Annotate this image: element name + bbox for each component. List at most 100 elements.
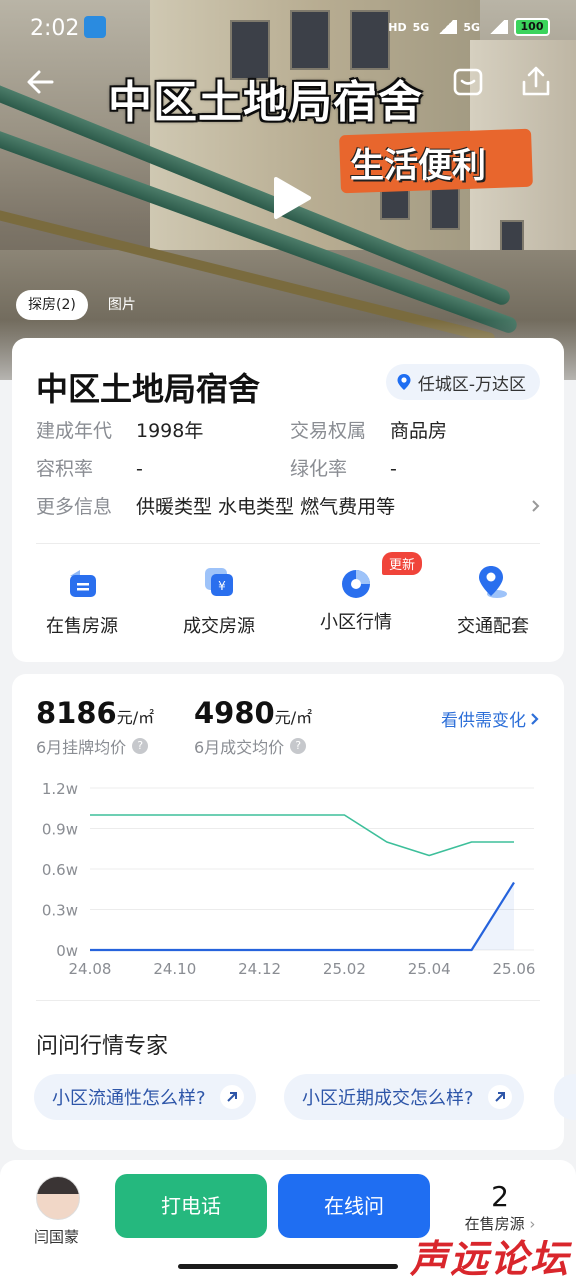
signal-icon (435, 20, 458, 34)
online-ask-button[interactable]: 在线问 (278, 1174, 430, 1238)
x-tick-label: 24.10 (153, 960, 196, 978)
supply-demand-link[interactable]: 看供需变化 (441, 706, 540, 731)
hero-video[interactable]: 中区土地局宿舍 生活便利 (0, 0, 576, 380)
listing-price-line (90, 814, 514, 857)
ownership-label: 交易权属 (290, 420, 367, 442)
question-chip-text: 小区近期成交怎么样? (302, 1088, 474, 1109)
location-text: 任城区-万达区 (417, 374, 526, 395)
quick-link-label: 小区行情 (320, 612, 392, 633)
hero-title: 中区土地局宿舍 (108, 77, 423, 128)
hero-subtitle: 生活便利 (350, 146, 486, 186)
status-bar: 2:02 HD 5G 5G 100 (0, 0, 576, 56)
green-rate-value: - (390, 458, 397, 480)
location-badge[interactable]: 任城区-万达区 (385, 364, 540, 400)
on-sale-number: 2 (491, 1180, 509, 1213)
built-year-value: 1998年 (136, 420, 204, 442)
ownership-value: 商品房 (390, 420, 448, 442)
home-indicator (178, 1264, 398, 1269)
deal-price-line (90, 881, 515, 952)
quick-link-label: 交通配套 (457, 616, 529, 637)
deal-price-block: 4980元/㎡ 6月成交均价? (194, 696, 312, 758)
y-tick-label: 1.2w (42, 780, 78, 798)
help-icon[interactable]: ? (132, 738, 149, 754)
message-icon[interactable] (450, 64, 486, 100)
supply-demand-label: 看供需变化 (441, 711, 526, 731)
chevron-right-icon[interactable] (530, 500, 542, 512)
play-icon[interactable] (272, 176, 312, 220)
share-icon[interactable] (518, 64, 554, 100)
more-info-row[interactable]: 更多信息 供暖类型 水电类型 燃气费用等 (36, 494, 395, 520)
deal-icon: ¥ (205, 568, 233, 596)
community-info-card: 中区土地局宿舍 任城区-万达区 建成年代 1998年 交易权属 商品房 容积率 - 绿… (12, 338, 564, 662)
ownership-row: 交易权属 商品房 (290, 418, 447, 444)
new-badge: 更新 (382, 552, 423, 575)
listing-price-block: 8186元/㎡ 6月挂牌均价? (36, 696, 154, 758)
x-tick-label: 25.06 (493, 960, 536, 978)
question-chip-text: 小区流通性怎么样? (52, 1088, 206, 1109)
plot-ratio-label: 容积率 (36, 458, 94, 480)
deal-price-unit: 元/㎡ (274, 708, 313, 727)
question-chip[interactable]: 小区流通性怎么样? (34, 1074, 256, 1120)
market-icon (342, 570, 370, 598)
status-time: 2:02 (30, 16, 80, 41)
battery-icon: 100 (514, 18, 550, 36)
quick-link-deals[interactable]: ¥ 成交房源 (159, 564, 279, 638)
quick-link-label: 成交房源 (183, 616, 255, 637)
question-chip-partial[interactable] (554, 1074, 576, 1120)
green-rate-row: 绿化率 - (290, 456, 397, 482)
deal-price-value: 4980 (194, 696, 275, 730)
network-label-2: 5G (463, 20, 480, 34)
price-trend-card: 8186元/㎡ 6月挂牌均价? 4980元/㎡ 6月成交均价? 看供需变化 1.… (12, 674, 576, 1150)
tab-photos[interactable]: 图片 (96, 290, 148, 320)
hd-label: HD (388, 20, 407, 34)
quick-link-on-sale[interactable]: 在售房源 (22, 564, 142, 638)
app-notification-icon (84, 16, 106, 38)
plot-ratio-row: 容积率 - (36, 456, 143, 482)
status-right: HD 5G 5G 100 (388, 18, 550, 36)
chevron-right-icon (531, 712, 539, 725)
plot-ratio-value: - (136, 458, 143, 480)
agent-avatar[interactable] (36, 1176, 80, 1220)
back-arrow-icon[interactable] (22, 64, 58, 100)
arrow-up-right-icon (487, 1085, 512, 1109)
arrow-up-right-icon (219, 1085, 244, 1109)
quick-link-market[interactable]: 更新 小区行情 (296, 552, 423, 634)
built-year-label: 建成年代 (36, 420, 113, 442)
y-tick-label: 0.3w (42, 902, 78, 920)
divider (36, 1000, 540, 1001)
deal-price-caption: 6月成交均价 (194, 738, 285, 757)
market-icon-wrap: 更新 (338, 552, 423, 600)
x-tick-label: 25.02 (323, 960, 366, 978)
watermark-logo: 声远论坛 (409, 1237, 570, 1280)
help-icon[interactable]: ? (290, 738, 307, 754)
on-sale-count[interactable]: 2 在售房源 › (460, 1180, 540, 1234)
signal-icon (486, 20, 508, 34)
more-info-label: 更多信息 (36, 496, 113, 518)
listing-price-caption: 6月挂牌均价 (36, 738, 127, 757)
y-tick-label: 0w (56, 942, 78, 960)
built-year-row: 建成年代 1998年 (36, 418, 203, 444)
community-name: 中区土地局宿舍 (36, 370, 261, 408)
green-rate-label: 绿化率 (290, 458, 348, 480)
expert-section-title: 问问行情专家 (36, 1034, 169, 1059)
media-tabs: 探房(2) 图片 (16, 290, 148, 320)
x-tick-label: 24.08 (69, 960, 112, 978)
quick-link-transit[interactable]: 交通配套 (433, 564, 553, 638)
quick-link-label: 在售房源 (46, 616, 118, 637)
listing-icon (70, 570, 96, 597)
x-tick-label: 24.12 (238, 960, 281, 978)
call-button[interactable]: 打电话 (115, 1174, 267, 1238)
x-tick-label: 25.04 (408, 960, 451, 978)
price-trend-chart[interactable]: 1.2w 0.9w 0.6w 0.3w 0w24.08 24.10 24.12 25.02 25… (12, 774, 564, 994)
listing-price-value: 8186 (36, 696, 117, 730)
location-pin-icon (397, 374, 411, 390)
y-tick-label: 0.6w (42, 861, 78, 879)
listing-price-unit: 元/㎡ (116, 708, 155, 727)
question-chip[interactable]: 小区近期成交怎么样? (284, 1074, 524, 1120)
tab-tour-video[interactable]: 探房(2) (16, 290, 88, 320)
more-info-value: 供暖类型 水电类型 燃气费用等 (136, 496, 396, 518)
transit-icon (479, 566, 507, 598)
divider (36, 543, 540, 544)
y-tick-label: 0.9w (42, 821, 78, 839)
svg-text:¥: ¥ (218, 579, 226, 593)
